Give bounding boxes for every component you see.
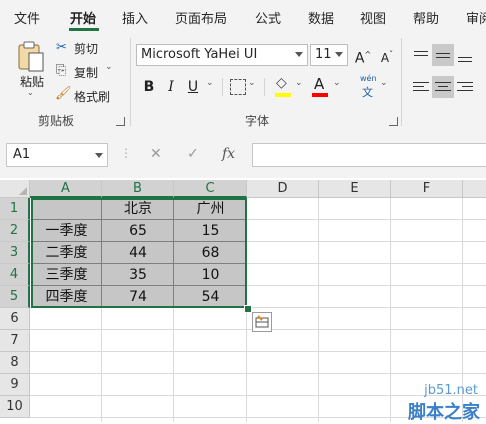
fill-handle[interactable]: [244, 305, 252, 313]
fill-color-dropdown-icon[interactable]: ⌄: [295, 78, 303, 88]
font-group-label: 字体: [245, 114, 270, 128]
tab-view[interactable]: 视图: [360, 8, 386, 27]
row-header-10[interactable]: 10: [0, 396, 30, 418]
tab-help[interactable]: 帮助: [413, 8, 439, 27]
enter-icon[interactable]: ✓: [187, 146, 199, 162]
fill-color-swatch: [275, 93, 291, 97]
align-center-icon[interactable]: [432, 76, 454, 98]
clipboard-group-label: 剪贴板: [38, 114, 75, 128]
font-color-dropdown-icon[interactable]: ⌄: [333, 78, 341, 88]
grow-font-icon[interactable]: A^: [352, 44, 374, 67]
scissors-icon: ✂: [56, 40, 67, 55]
clipboard-launcher-icon[interactable]: [116, 117, 125, 126]
tab-review[interactable]: 审阅: [466, 8, 486, 27]
font-name-select[interactable]: Microsoft YaHei UI: [136, 44, 308, 66]
quick-analysis-button[interactable]: [252, 312, 272, 332]
row-header-6[interactable]: 6: [0, 308, 30, 330]
select-all-corner[interactable]: [0, 180, 30, 198]
gridline: [318, 198, 319, 422]
column-header-d[interactable]: D: [247, 180, 319, 198]
selection-border: [31, 198, 247, 308]
insert-function-icon[interactable]: fx: [222, 146, 235, 162]
ribbon-separator: [264, 78, 265, 96]
gridline: [30, 395, 486, 396]
row-header-4[interactable]: 4: [0, 264, 30, 286]
format-painter-icon: 🖌: [55, 86, 72, 101]
copy-icon: ⎘: [56, 63, 67, 78]
chevron-down-icon: [295, 52, 303, 57]
paste-icon[interactable]: [16, 40, 46, 74]
row-header-8[interactable]: 8: [0, 352, 30, 374]
ribbon-separator: [401, 38, 402, 126]
tab-data[interactable]: 数据: [308, 8, 334, 27]
tab-home[interactable]: 开始: [70, 8, 96, 27]
copy-button[interactable]: 复制: [74, 64, 98, 81]
chevron-down-icon: [95, 153, 103, 158]
fill-color-icon[interactable]: ◇: [276, 75, 287, 91]
column-header-g[interactable]: [463, 180, 486, 198]
shrink-font-icon[interactable]: Aˇ: [376, 44, 398, 66]
tab-formulas[interactable]: 公式: [255, 8, 281, 27]
align-bottom-icon[interactable]: [454, 44, 476, 66]
borders-icon[interactable]: [230, 79, 246, 95]
row-header-2[interactable]: 2: [0, 220, 30, 242]
font-color-swatch: [312, 93, 328, 97]
font-color-icon[interactable]: A: [314, 75, 324, 93]
phonetic-guide-icon[interactable]: 文: [362, 84, 373, 100]
tab-page-layout[interactable]: 页面布局: [175, 8, 227, 27]
borders-dropdown-icon[interactable]: ⌄: [248, 78, 256, 88]
paste-dropdown-icon[interactable]: ⌄: [27, 88, 34, 97]
watermark-name: 脚本之家: [408, 402, 480, 423]
name-box-value: A1: [13, 147, 31, 162]
row-header-5[interactable]: 5: [0, 286, 30, 308]
ribbon-separator: [130, 38, 131, 126]
ribbon-separator: [222, 78, 223, 96]
ribbon-tabs: 文件 开始 插入 页面布局 公式 数据 视图 帮助 审阅: [0, 0, 486, 32]
chevron-down-icon: [335, 52, 343, 57]
align-top-icon[interactable]: [410, 44, 432, 66]
formula-input[interactable]: [252, 143, 486, 167]
column-header-e[interactable]: E: [319, 180, 391, 198]
column-header-a[interactable]: A: [30, 180, 102, 198]
font-launcher-icon[interactable]: [389, 117, 398, 126]
watermark-site: jb51.net: [424, 383, 478, 398]
gridline: [30, 373, 486, 374]
cut-button[interactable]: 剪切: [74, 40, 98, 57]
row-header-3[interactable]: 3: [0, 242, 30, 264]
align-right-icon[interactable]: [454, 76, 476, 98]
font-name-value: Microsoft YaHei UI: [141, 47, 258, 62]
italic-button[interactable]: I: [160, 76, 182, 98]
font-size-select[interactable]: 11: [310, 44, 348, 66]
underline-dropdown-icon[interactable]: ⌄: [206, 78, 214, 88]
column-header-b[interactable]: B: [102, 180, 174, 198]
copy-dropdown-icon[interactable]: ⌄: [105, 62, 113, 72]
drag-handle-icon[interactable]: ⋮: [120, 146, 132, 160]
gridline: [30, 351, 486, 352]
font-size-value: 11: [315, 47, 332, 62]
column-header-f[interactable]: F: [391, 180, 463, 198]
underline-button[interactable]: U: [182, 76, 204, 98]
active-tab-indicator: [69, 28, 99, 31]
row-header-9[interactable]: 9: [0, 374, 30, 396]
quick-analysis-icon: [255, 315, 269, 328]
name-box[interactable]: A1: [6, 143, 108, 167]
row-header-1[interactable]: 1: [0, 198, 30, 220]
row-header-7[interactable]: 7: [0, 330, 30, 352]
phonetic-dropdown-icon[interactable]: ⌄: [380, 78, 388, 88]
align-middle-icon[interactable]: [432, 44, 454, 66]
tab-insert[interactable]: 插入: [122, 8, 148, 27]
phonetic-guide-top: wén: [360, 74, 377, 83]
tab-file[interactable]: 文件: [14, 8, 40, 27]
column-header-c[interactable]: C: [174, 180, 247, 198]
gridline: [390, 198, 391, 422]
format-painter-button[interactable]: 格式刷: [74, 88, 110, 105]
align-left-icon[interactable]: [410, 76, 432, 98]
bold-button[interactable]: B: [138, 76, 160, 98]
cancel-icon[interactable]: ✕: [150, 146, 162, 162]
